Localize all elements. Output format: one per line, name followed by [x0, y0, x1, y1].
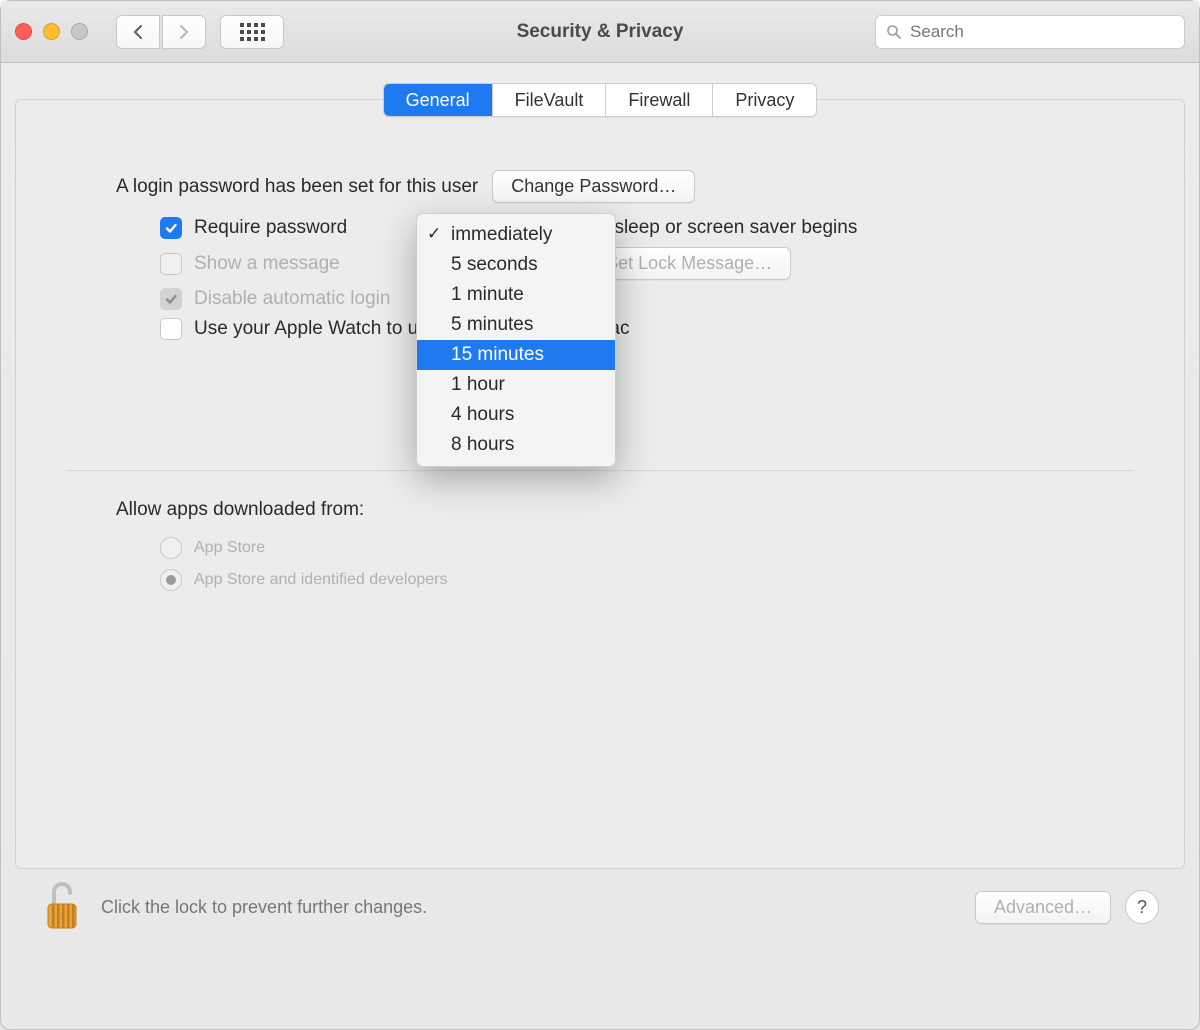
disable-auto-login-checkbox [160, 288, 182, 310]
show-all-button[interactable] [220, 15, 284, 49]
delay-option-5-minutes[interactable]: 5 minutes [417, 310, 615, 340]
delay-option-4-hours[interactable]: 4 hours [417, 400, 615, 430]
grid-icon [240, 23, 265, 41]
tab-privacy[interactable]: Privacy [713, 84, 816, 116]
footer: Click the lock to prevent further change… [15, 869, 1185, 945]
check-icon [164, 292, 178, 306]
chevron-left-icon [132, 24, 144, 40]
apple-watch-checkbox[interactable] [160, 318, 182, 340]
require-password-prefix: Require password [194, 217, 347, 239]
delay-option-1-hour[interactable]: 1 hour [417, 370, 615, 400]
require-password-checkbox[interactable] [160, 217, 182, 239]
delay-option-8-hours[interactable]: 8 hours [417, 430, 615, 460]
minimize-window-button[interactable] [43, 23, 60, 40]
allow-identified-radio [160, 569, 182, 591]
search-field[interactable] [875, 15, 1185, 49]
allow-apps-title: Allow apps downloaded from: [116, 499, 1084, 521]
allow-appstore-radio [160, 537, 182, 559]
allow-identified-row: App Store and identified developers [116, 569, 1084, 591]
delay-option-immediately[interactable]: immediately [417, 220, 615, 250]
chevron-right-icon [178, 24, 190, 40]
change-password-button[interactable]: Change Password… [492, 170, 695, 203]
preferences-window: Security & Privacy General FileVault Fir… [0, 0, 1200, 1030]
set-lock-message-button: Set Lock Message… [587, 247, 791, 280]
window-controls [15, 23, 88, 40]
forward-button[interactable] [162, 15, 206, 49]
titlebar: Security & Privacy [1, 1, 1199, 63]
help-button[interactable]: ? [1125, 890, 1159, 924]
zoom-window-button [71, 23, 88, 40]
window-title: Security & Privacy [517, 21, 684, 43]
tab-firewall[interactable]: Firewall [606, 84, 713, 116]
delay-option-1-minute[interactable]: 1 minute [417, 280, 615, 310]
show-message-checkbox [160, 253, 182, 275]
lock-text: Click the lock to prevent further change… [101, 897, 427, 918]
allow-appstore-label: App Store [194, 539, 265, 557]
search-input[interactable] [910, 22, 1174, 42]
allow-appstore-row: App Store [116, 537, 1084, 559]
general-panel: A login password has been set for this u… [15, 99, 1185, 869]
delay-option-5-seconds[interactable]: 5 seconds [417, 250, 615, 280]
close-window-button[interactable] [15, 23, 32, 40]
lock-icon[interactable] [41, 882, 83, 932]
divider [66, 470, 1134, 471]
back-button[interactable] [116, 15, 160, 49]
allow-identified-label: App Store and identified developers [194, 571, 448, 589]
tab-general[interactable]: General [384, 84, 493, 116]
navigation-group [116, 15, 206, 49]
disable-auto-login-label: Disable automatic login [194, 288, 390, 310]
require-password-delay-menu[interactable]: immediately 5 seconds 1 minute 5 minutes… [416, 213, 616, 467]
login-password-label: A login password has been set for this u… [116, 176, 478, 198]
login-password-row: A login password has been set for this u… [116, 170, 1084, 203]
content-area: General FileVault Firewall Privacy A log… [1, 63, 1199, 1029]
tab-filevault[interactable]: FileVault [493, 84, 607, 116]
advanced-button[interactable]: Advanced… [975, 891, 1111, 924]
tab-bar: General FileVault Firewall Privacy [15, 83, 1185, 117]
check-icon [164, 221, 178, 235]
delay-option-15-minutes[interactable]: 15 minutes [417, 340, 615, 370]
search-icon [886, 24, 902, 40]
